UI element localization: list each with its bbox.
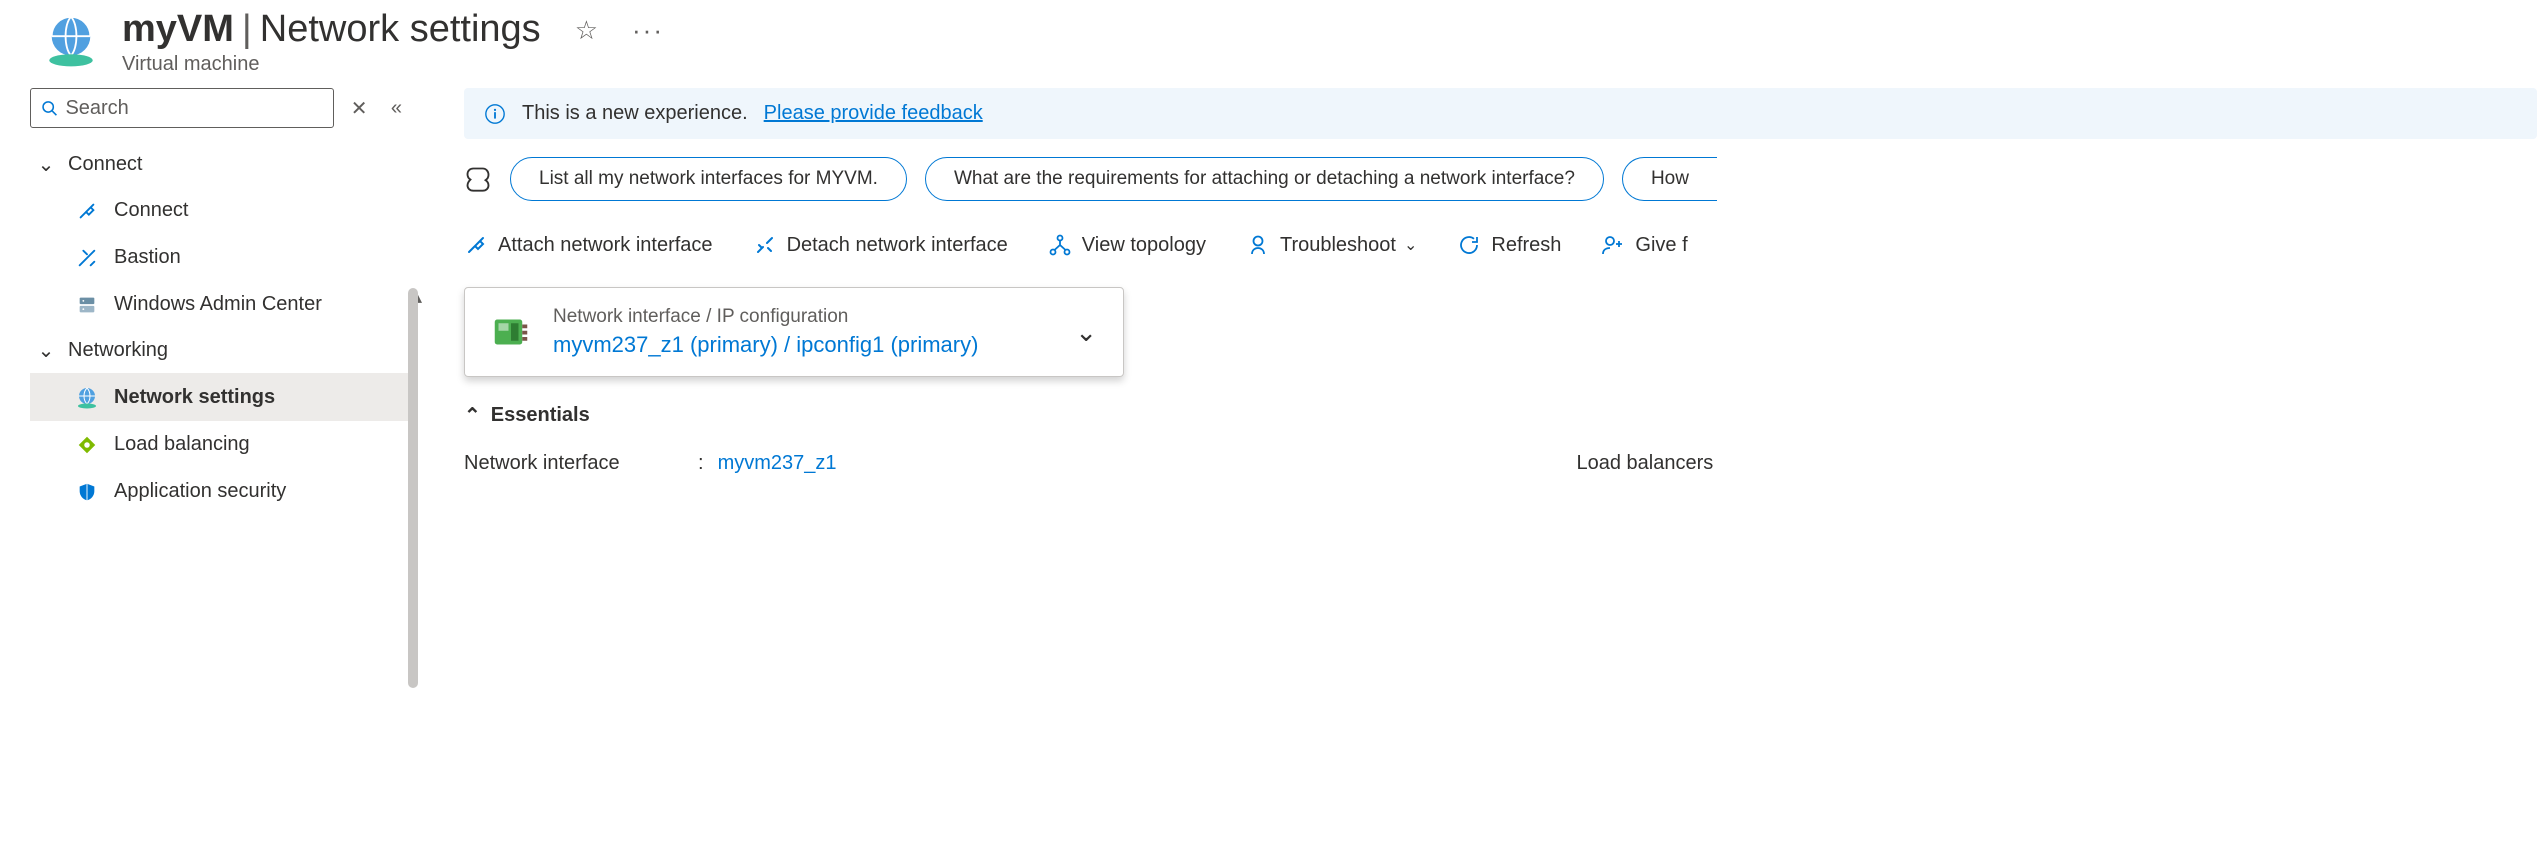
essentials-key: Load balancers xyxy=(1577,452,1797,475)
toolbar-label: Troubleshoot xyxy=(1280,234,1396,257)
nic-card-value[interactable]: myvm237_z1 (primary) / ipconfig1 (primar… xyxy=(553,332,1053,358)
give-feedback-button[interactable]: Give f xyxy=(1601,233,1687,257)
copilot-suggestion-1[interactable]: List all my network interfaces for MYVM. xyxy=(510,157,907,201)
shield-icon xyxy=(74,481,100,503)
server-icon xyxy=(74,294,100,316)
sidebar-item-label: Connect xyxy=(114,199,189,222)
sidebar-item-load-balancing[interactable]: Load balancing xyxy=(30,421,408,468)
page-subtitle: Virtual machine xyxy=(122,53,664,76)
sidebar-item-wac[interactable]: Windows Admin Center xyxy=(30,281,408,328)
toolbar-label: Give f xyxy=(1635,234,1687,257)
chevron-down-icon[interactable]: ⌄ xyxy=(1075,317,1097,348)
nav-group-label: Connect xyxy=(68,153,143,176)
sidebar-item-label: Load balancing xyxy=(114,433,250,456)
nic-card-label: Network interface / IP configuration xyxy=(553,306,1053,328)
favorite-star-icon[interactable]: ☆ xyxy=(575,17,598,43)
toolbar-label: Refresh xyxy=(1491,234,1561,257)
sidebar-item-label: Bastion xyxy=(114,246,181,269)
essentials-row-nic: Network interface : myvm237_z1 xyxy=(464,452,837,475)
search-input[interactable] xyxy=(65,97,322,120)
plug-icon xyxy=(74,200,100,222)
page-header: myVM | Network settings ☆ ··· Virtual ma… xyxy=(0,0,2537,88)
more-actions-icon[interactable]: ··· xyxy=(632,17,664,43)
main-content: This is a new experience. Please provide… xyxy=(420,88,2537,857)
view-topology-button[interactable]: View topology xyxy=(1048,233,1206,257)
nic-icon xyxy=(491,312,531,352)
command-toolbar: Attach network interface Detach network … xyxy=(464,233,2537,257)
toolbar-label: Attach network interface xyxy=(498,234,713,257)
copilot-icon xyxy=(464,165,492,193)
essentials-toggle[interactable]: ⌃ Essentials xyxy=(464,403,2537,428)
troubleshoot-button[interactable]: Troubleshoot ⌄ xyxy=(1246,233,1417,257)
globe-icon xyxy=(74,385,100,409)
sidebar-item-bastion[interactable]: Bastion xyxy=(30,234,408,281)
essentials-title: Essentials xyxy=(491,404,590,427)
info-banner: This is a new experience. Please provide… xyxy=(464,88,2537,139)
essentials-row-lb: Load balancers xyxy=(1577,452,1797,475)
sidebar-item-label: Windows Admin Center xyxy=(114,293,322,316)
nic-config-card[interactable]: Network interface / IP configuration myv… xyxy=(464,287,1124,377)
essentials-grid: Network interface : myvm237_z1 Load bala… xyxy=(464,452,2537,475)
essentials-key: Network interface xyxy=(464,452,684,475)
copilot-suggestion-2[interactable]: What are the requirements for attaching … xyxy=(925,157,1604,201)
copilot-suggestions: List all my network interfaces for MYVM.… xyxy=(464,157,2537,201)
sidebar-item-network-settings[interactable]: Network settings xyxy=(30,373,408,421)
copilot-suggestion-3[interactable]: How xyxy=(1622,157,1717,201)
sidebar-item-app-security[interactable]: Application security xyxy=(30,468,408,515)
chevron-down-icon: ⌄ xyxy=(36,338,56,363)
sidebar-item-label: Application security xyxy=(114,480,286,503)
sidebar-scrollbar[interactable] xyxy=(408,288,418,688)
attach-nic-button[interactable]: Attach network interface xyxy=(464,233,713,257)
banner-feedback-link[interactable]: Please provide feedback xyxy=(764,102,983,125)
search-clear-icon[interactable]: ✕ xyxy=(348,96,371,121)
bastion-icon xyxy=(74,247,100,269)
sidebar-item-label: Network settings xyxy=(114,386,275,409)
vm-network-icon xyxy=(42,12,100,70)
banner-text: This is a new experience. xyxy=(522,102,748,125)
toolbar-label: View topology xyxy=(1082,234,1206,257)
toolbar-label: Detach network interface xyxy=(787,234,1008,257)
nav-group-label: Networking xyxy=(68,339,168,362)
sidebar-item-connect[interactable]: Connect xyxy=(30,187,408,234)
search-icon xyxy=(41,99,57,117)
load-balancer-icon xyxy=(74,434,100,456)
nav-group-networking[interactable]: ⌄ Networking xyxy=(30,328,408,373)
chevron-down-icon: ⌄ xyxy=(1404,235,1417,255)
sidebar-collapse-icon[interactable]: « xyxy=(385,97,408,120)
nav-group-connect[interactable]: ⌄ Connect xyxy=(30,142,408,187)
sidebar: ✕ « ▴ ⌄ Connect Connect Bastion xyxy=(0,88,420,857)
refresh-button[interactable]: Refresh xyxy=(1457,233,1561,257)
info-icon xyxy=(484,103,506,125)
chevron-down-icon: ⌄ xyxy=(36,152,56,177)
page-title: myVM | Network settings xyxy=(122,8,541,51)
essentials-value-link[interactable]: myvm237_z1 xyxy=(718,452,837,475)
detach-nic-button[interactable]: Detach network interface xyxy=(753,233,1008,257)
chevron-up-icon: ⌃ xyxy=(464,403,481,428)
sidebar-search[interactable] xyxy=(30,88,334,128)
